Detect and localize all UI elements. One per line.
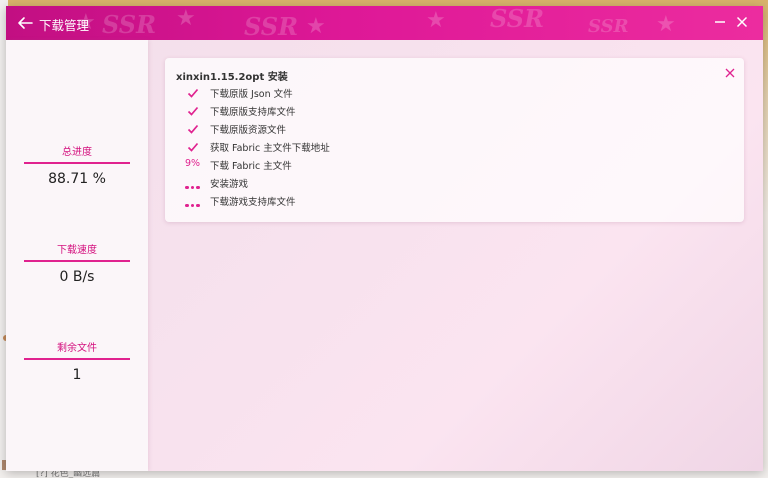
install-task-card: xinxin1.15.2opt 安装 下载原版 Json 文件 下载原版支持库文… (165, 58, 744, 222)
watermark-text: SSR (490, 6, 545, 33)
step-label: 安装游戏 (210, 179, 249, 190)
remaining-files-stat: 剩余文件 1 (24, 339, 130, 383)
task-step: 9% 下载 Fabric 主文件 (183, 157, 483, 173)
stat-label: 总进度 (24, 143, 130, 164)
download-manager-window: SSR SSR SSR SSR ★ ★ ★ ★ ★ 下载管理 总进度 88.71… (6, 6, 763, 471)
star-decoration: ★ (176, 6, 196, 31)
step-label: 下载游戏支持库文件 (210, 197, 296, 208)
task-step: 下载原版支持库文件 (183, 103, 483, 119)
star-decoration: ★ (426, 8, 446, 33)
check-icon (183, 121, 203, 137)
window-title: 下载管理 (39, 18, 90, 33)
task-step: 下载原版资源文件 (183, 121, 483, 137)
step-label: 获取 Fabric 主文件下载地址 (210, 143, 330, 154)
task-step: 下载游戏支持库文件 (183, 193, 483, 209)
cancel-task-icon[interactable] (724, 67, 736, 79)
task-step: 下载原版 Json 文件 (183, 85, 483, 101)
task-step: 安装游戏 (183, 175, 483, 191)
desktop-background-bottom (0, 470, 768, 478)
watermark-text: SSR (244, 12, 299, 40)
watermark-text: SSR (588, 16, 629, 37)
check-icon (183, 103, 203, 119)
stat-label: 剩余文件 (24, 339, 130, 360)
stat-value: 88.71 % (48, 171, 106, 187)
check-icon (183, 139, 203, 155)
stat-label: 下载速度 (24, 241, 130, 262)
star-decoration: ★ (656, 12, 676, 37)
title-bar[interactable]: SSR SSR SSR SSR ★ ★ ★ ★ ★ 下载管理 (6, 6, 763, 40)
total-progress-stat: 总进度 88.71 % (24, 143, 130, 187)
step-label: 下载原版 Json 文件 (210, 89, 293, 100)
back-arrow-icon[interactable] (16, 14, 34, 32)
pending-dots-icon (183, 175, 203, 191)
download-speed-stat: 下载速度 0 B/s (24, 241, 130, 285)
task-step: 获取 Fabric 主文件下载地址 (183, 139, 483, 155)
task-title: xinxin1.15.2opt 安装 (176, 72, 288, 83)
step-label: 下载原版资源文件 (210, 125, 287, 136)
watermark-text: SSR (102, 10, 157, 39)
stat-value: 1 (72, 367, 82, 383)
pending-dots-icon (183, 193, 203, 209)
minimize-icon[interactable] (712, 14, 728, 30)
step-label: 下载原版支持库文件 (210, 107, 296, 118)
star-decoration: ★ (306, 14, 326, 39)
check-icon (183, 85, 203, 101)
step-progress-percent: 9% (185, 158, 201, 169)
step-label: 下载 Fabric 主文件 (210, 161, 292, 172)
stat-value: 0 B/s (59, 269, 95, 285)
close-icon[interactable] (734, 14, 750, 30)
stats-sidebar: 总进度 88.71 % 下载速度 0 B/s 剩余文件 1 (6, 40, 148, 471)
